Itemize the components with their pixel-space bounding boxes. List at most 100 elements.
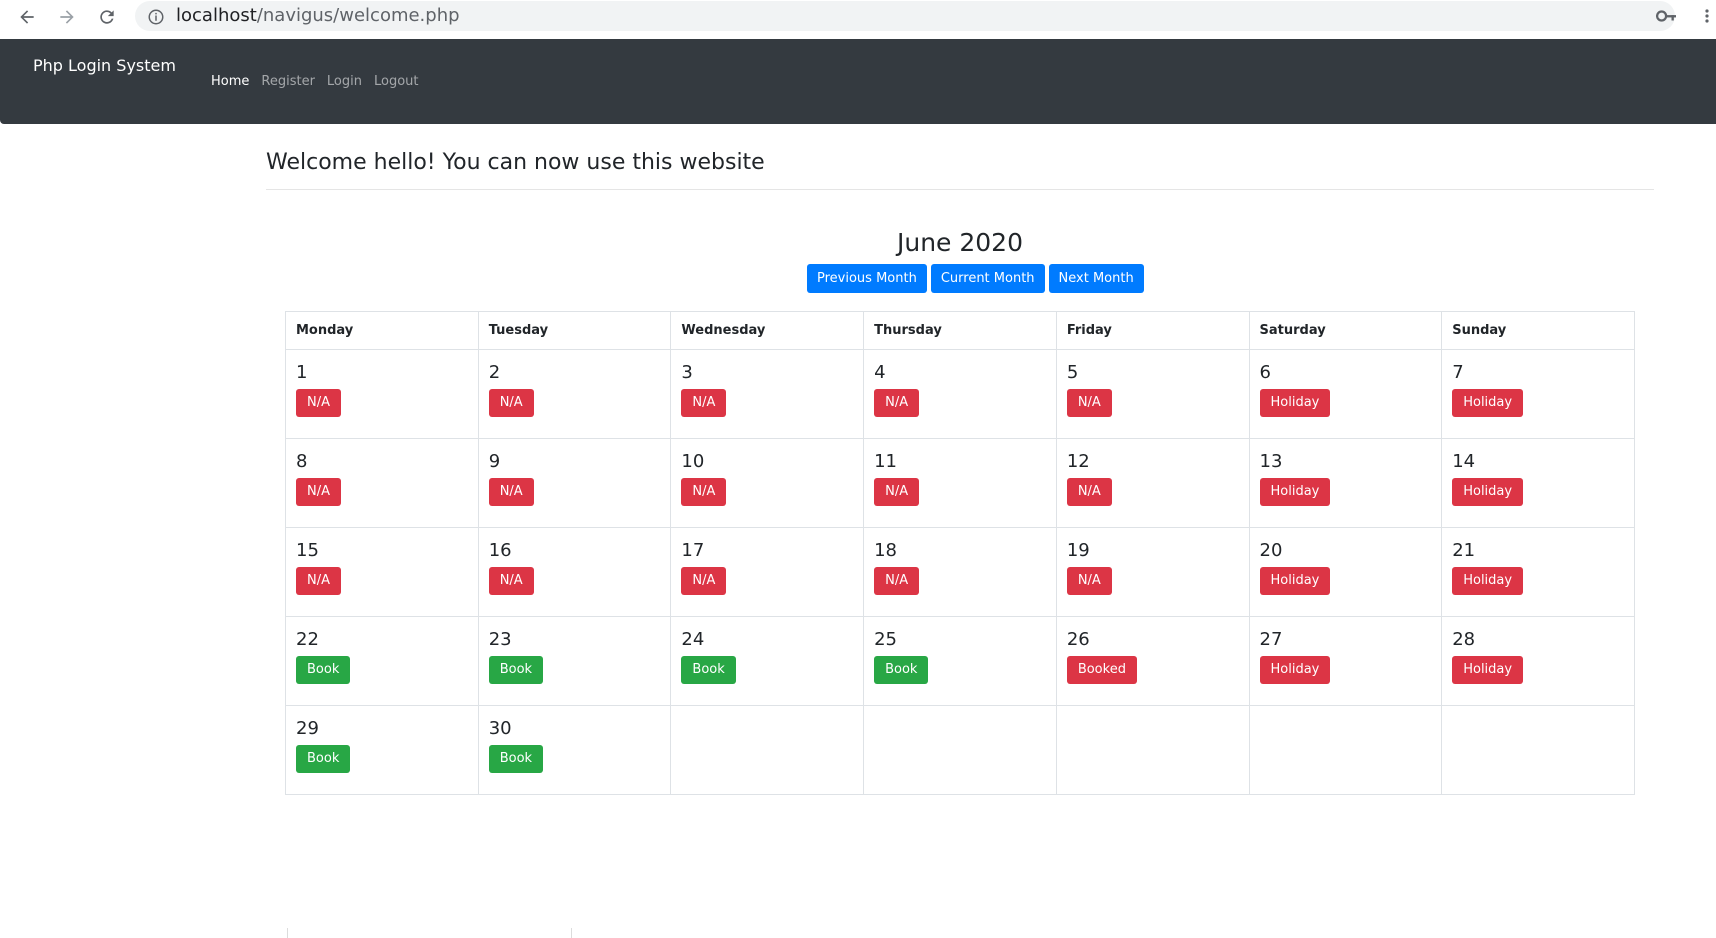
kebab-menu-icon[interactable]: [1702, 8, 1712, 24]
calendar-table: Monday Tuesday Wednesday Thursday Friday…: [285, 311, 1635, 795]
na-badge: N/A: [1066, 478, 1112, 506]
book-button[interactable]: Book: [874, 656, 929, 684]
na-badge: N/A: [488, 389, 534, 417]
weekday-header: Sunday: [1441, 311, 1635, 350]
info-icon[interactable]: [147, 8, 165, 26]
holiday-badge: Holiday: [1259, 567, 1331, 595]
booked-badge: Booked: [1066, 656, 1137, 684]
day-number: 18: [874, 540, 898, 561]
day-number: 3: [681, 362, 693, 383]
na-badge: N/A: [488, 478, 534, 506]
day-number: 12: [1066, 451, 1090, 472]
day-number: 5: [1066, 362, 1079, 383]
nav-link-home[interactable]: Home: [211, 74, 249, 89]
next-month-button[interactable]: Next Month: [1048, 264, 1144, 293]
day-number: 4: [874, 362, 886, 383]
calendar-day-cell: 12 N/A: [1055, 438, 1250, 528]
na-badge: N/A: [681, 478, 727, 506]
day-number: 30: [488, 718, 512, 739]
day-number: 28: [1452, 629, 1476, 650]
url-host: localhost: [176, 5, 257, 26]
holiday-badge: Holiday: [1259, 656, 1331, 684]
calendar-empty-cell: [1441, 705, 1635, 795]
na-badge: N/A: [488, 567, 534, 595]
na-badge: N/A: [296, 567, 341, 595]
calendar-day-cell: 1 N/A: [285, 349, 479, 439]
holiday-badge: Holiday: [1259, 478, 1331, 506]
arrow-left-icon: [20, 10, 34, 24]
previous-month-button[interactable]: Previous Month: [807, 264, 927, 293]
na-badge: N/A: [1066, 389, 1112, 417]
weekday-header: Saturday: [1248, 311, 1443, 350]
day-number: 29: [296, 718, 319, 739]
na-badge: N/A: [296, 389, 341, 417]
na-badge: N/A: [874, 567, 920, 595]
weekday-header-row: Monday Tuesday Wednesday Thursday Friday…: [285, 311, 1635, 350]
holiday-badge: Holiday: [1452, 567, 1524, 595]
calendar-empty-cell: [1055, 705, 1250, 795]
calendar-day-cell: 26 Booked: [1055, 616, 1250, 706]
calendar-day-cell: 17 N/A: [670, 527, 865, 617]
weekday-header: Tuesday: [477, 311, 672, 350]
book-button[interactable]: Book: [488, 656, 544, 684]
na-badge: N/A: [874, 478, 920, 506]
key-icon[interactable]: [1656, 7, 1678, 25]
calendar-day-cell: 28 Holiday: [1441, 616, 1635, 706]
weekday-header: Wednesday: [670, 311, 865, 350]
calendar-day-cell: 16 N/A: [477, 527, 672, 617]
book-button[interactable]: Book: [681, 656, 736, 684]
weekday-header: Thursday: [863, 311, 1057, 350]
divider: [287, 928, 288, 938]
day-number: 20: [1259, 540, 1283, 561]
day-number: 6: [1259, 362, 1271, 383]
divider: [266, 189, 1654, 190]
calendar-month-title: June 2020: [896, 228, 1023, 257]
day-number: 13: [1259, 451, 1283, 472]
url-text[interactable]: localhost/navigus/welcome.php: [176, 5, 460, 26]
nav-link-register[interactable]: Register: [261, 74, 315, 89]
day-number: 22: [296, 629, 319, 650]
calendar-day-cell: 15 N/A: [285, 527, 479, 617]
calendar-day-cell: 4 N/A: [863, 349, 1057, 439]
calendar-week-row: 1 N/A 2 N/A 3 N/A 4 N/A 5 N/A 6 Holiday 7 Holiday: [285, 349, 1635, 439]
calendar-day-cell: 10 N/A: [670, 438, 865, 528]
calendar-day-cell: 5 N/A: [1055, 349, 1250, 439]
forward-button[interactable]: [54, 4, 80, 30]
calendar-day-cell: 13 Holiday: [1248, 438, 1443, 528]
url-path: /navigus/welcome.php: [256, 5, 460, 26]
reload-button[interactable]: [94, 4, 120, 30]
browser-toolbar: localhost/navigus/welcome.php: [0, 0, 1716, 35]
book-button[interactable]: Book: [488, 745, 544, 773]
day-number: 19: [1066, 540, 1090, 561]
arrow-right-icon: [60, 10, 74, 24]
na-badge: N/A: [296, 478, 341, 506]
app-navbar: Php Login System Home Register Login Log…: [0, 39, 1716, 124]
holiday-badge: Holiday: [1452, 478, 1524, 506]
day-number: 15: [296, 540, 319, 561]
calendar-day-cell: 30 Book: [477, 705, 672, 795]
day-number: 26: [1066, 629, 1090, 650]
back-button[interactable]: [14, 4, 40, 30]
book-button[interactable]: Book: [296, 656, 351, 684]
calendar-day-cell: 7 Holiday: [1441, 349, 1635, 439]
day-number: 17: [681, 540, 705, 561]
book-button[interactable]: Book: [296, 745, 351, 773]
calendar-week-row: 22 Book 23 Book 24 Book 25 Book 26 Booked 27 Holida…: [285, 616, 1635, 706]
calendar-day-cell: 8 N/A: [285, 438, 479, 528]
calendar-day-cell: 20 Holiday: [1248, 527, 1443, 617]
day-number: 11: [874, 451, 898, 472]
nav-links: Home Register Login Logout: [211, 74, 419, 89]
calendar-week-row: 15 N/A 16 N/A 17 N/A 18 N/A 19 N/A 20 Holiday 21 Holi…: [285, 527, 1635, 617]
current-month-button[interactable]: Current Month: [930, 264, 1045, 293]
calendar-day-cell: 22 Book: [285, 616, 479, 706]
nav-link-login[interactable]: Login: [327, 74, 362, 89]
calendar-empty-cell: [670, 705, 865, 795]
day-number: 23: [488, 629, 512, 650]
holiday-badge: Holiday: [1452, 656, 1524, 684]
navbar-brand[interactable]: Php Login System: [33, 56, 176, 75]
day-number: 14: [1452, 451, 1476, 472]
calendar-day-cell: 2 N/A: [477, 349, 672, 439]
weekday-header: Friday: [1055, 311, 1250, 350]
nav-link-logout[interactable]: Logout: [374, 74, 419, 89]
day-number: 25: [874, 629, 898, 650]
